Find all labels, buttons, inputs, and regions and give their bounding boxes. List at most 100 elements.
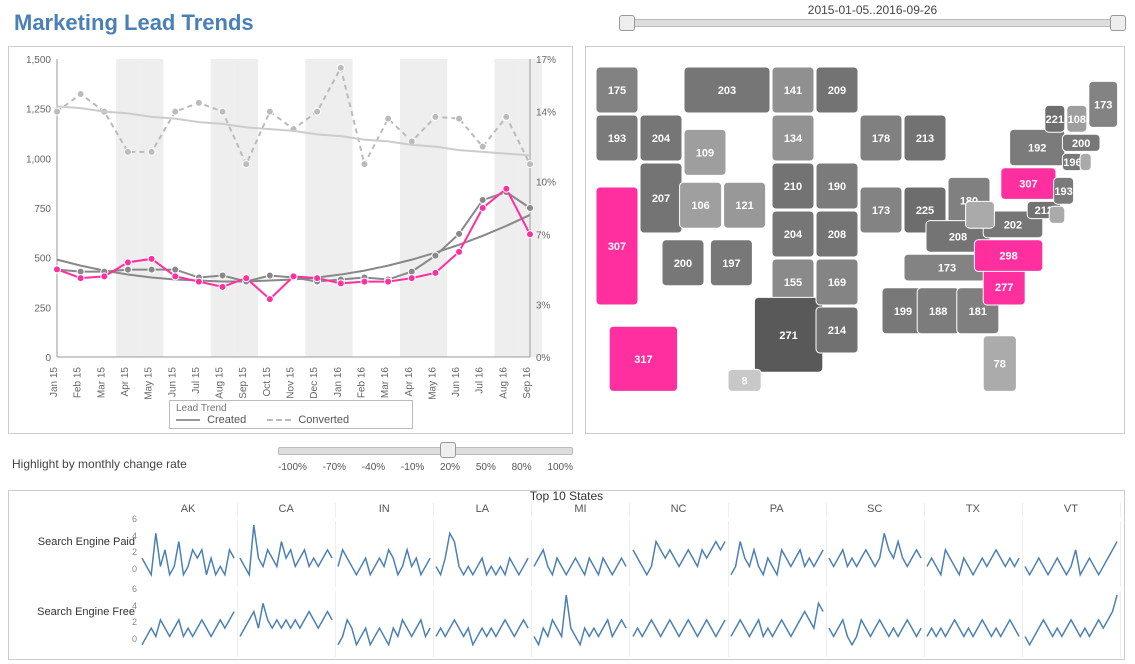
spark-cell (924, 521, 1023, 587)
legend-title: Lead Trend (176, 403, 406, 414)
svg-text:Sep 16: Sep 16 (522, 367, 533, 399)
spark-col-PA: PA (728, 503, 827, 517)
date-range-track[interactable] (620, 19, 1125, 27)
us-map: 1751933072072042031091061212001971411342… (586, 47, 1126, 433)
svg-text:Jan 16: Jan 16 (333, 367, 344, 397)
svg-text:108: 108 (1068, 114, 1086, 126)
sparkline-title: Top 10 States (9, 489, 1124, 503)
svg-text:193: 193 (1054, 186, 1072, 198)
svg-text:Feb 16: Feb 16 (356, 367, 367, 399)
spark-cell (139, 591, 238, 657)
svg-text:106: 106 (691, 200, 709, 212)
svg-text:200: 200 (674, 258, 692, 270)
spark-row-label: Search Engine Free (13, 606, 135, 618)
svg-text:Dec 15: Dec 15 (309, 367, 320, 399)
date-range-thumb-start[interactable] (619, 15, 635, 31)
highlight-slider-ticks: -100%-70%-40%-10%20%50%80%100% (278, 462, 573, 473)
svg-text:208: 208 (949, 231, 967, 243)
legend-label-created: Created (207, 414, 246, 426)
svg-text:750: 750 (34, 204, 51, 215)
svg-text:214: 214 (828, 325, 847, 337)
spark-cell (826, 591, 925, 657)
svg-text:8: 8 (742, 375, 748, 387)
spark-cell (630, 521, 729, 587)
legend-item-created: Created (176, 414, 246, 426)
svg-text:317: 317 (634, 354, 652, 366)
svg-text:109: 109 (696, 147, 714, 159)
svg-text:178: 178 (872, 133, 890, 145)
date-range-slider[interactable]: 2015-01-05..2016-09-26 (620, 3, 1125, 33)
svg-text:500: 500 (34, 254, 51, 265)
svg-text:173: 173 (872, 205, 890, 217)
svg-text:181: 181 (969, 306, 987, 318)
spark-col-NC: NC (630, 503, 729, 517)
date-range-thumb-end[interactable] (1110, 15, 1126, 31)
svg-text:193: 193 (608, 133, 626, 145)
svg-text:May 16: May 16 (427, 367, 438, 400)
date-range-label: 2015-01-05..2016-09-26 (620, 3, 1125, 17)
svg-text:225: 225 (916, 205, 934, 217)
line-chart-legend: Lead Trend Created Converted (169, 400, 413, 429)
svg-text:250: 250 (34, 303, 51, 314)
legend-swatch-converted (267, 419, 291, 421)
svg-text:Oct 15: Oct 15 (262, 367, 273, 397)
spark-col-AK: AK (139, 503, 238, 517)
svg-text:7%: 7% (536, 230, 551, 241)
spark-col-LA: LA (433, 503, 532, 517)
spark-cell (237, 591, 336, 657)
svg-text:Jul 16: Jul 16 (475, 367, 486, 394)
spark-cell (728, 591, 827, 657)
svg-text:213: 213 (916, 133, 934, 145)
sparkline-panel: Top 10 States AKCAINLAMINCPASCTXVT Searc… (8, 490, 1125, 660)
sparkline-grid: AKCAINLAMINCPASCTXVT (139, 505, 1120, 655)
svg-text:155: 155 (784, 277, 802, 289)
legend-item-converted: Converted (267, 414, 349, 426)
spark-cell (1022, 521, 1121, 587)
spark-row-label: Search Engine Paid (13, 536, 135, 548)
spark-col-SC: SC (826, 503, 925, 517)
legend-swatch-created (176, 419, 200, 421)
svg-text:204: 204 (784, 229, 803, 241)
svg-text:Jun 16: Jun 16 (451, 367, 462, 397)
svg-text:10%: 10% (536, 178, 556, 189)
highlight-slider-row: Highlight by monthly change rate -100%-7… (8, 442, 573, 487)
svg-text:200: 200 (1072, 138, 1090, 150)
svg-text:203: 203 (718, 85, 736, 97)
highlight-slider[interactable] (278, 447, 573, 455)
page-title: Marketing Lead Trends (14, 10, 254, 36)
svg-text:Nov 15: Nov 15 (286, 367, 297, 399)
svg-text:Apr 15: Apr 15 (120, 367, 131, 397)
spark-cell (139, 521, 238, 587)
line-chart-panel: 02505007501,0001,2501,5000%3%7%10%14%17%… (8, 46, 573, 434)
svg-text:Aug 15: Aug 15 (215, 367, 226, 399)
highlight-slider-thumb[interactable] (440, 442, 456, 458)
svg-text:121: 121 (735, 200, 753, 212)
spark-cell (924, 591, 1023, 657)
svg-text:207: 207 (652, 193, 670, 205)
spark-col-TX: TX (924, 503, 1023, 517)
svg-text:175: 175 (608, 85, 626, 97)
spark-cell (433, 591, 532, 657)
legend-label-converted: Converted (298, 414, 349, 426)
state-DE[interactable] (1049, 206, 1065, 223)
svg-text:192: 192 (1028, 143, 1046, 155)
svg-text:277: 277 (995, 282, 1013, 294)
state-RI[interactable] (1080, 153, 1091, 170)
svg-text:1,500: 1,500 (26, 55, 51, 66)
svg-text:Mar 16: Mar 16 (380, 367, 391, 399)
spark-col-VT: VT (1022, 503, 1121, 517)
spark-cell (237, 521, 336, 587)
state-WV[interactable] (966, 201, 995, 228)
spark-cell (630, 591, 729, 657)
highlight-slider-track[interactable] (278, 447, 573, 455)
highlight-slider-label: Highlight by monthly change rate (12, 457, 187, 471)
svg-text:Aug 16: Aug 16 (498, 367, 509, 399)
svg-text:169: 169 (828, 277, 846, 289)
spark-cell (826, 521, 925, 587)
svg-text:173: 173 (1094, 99, 1112, 111)
svg-text:Apr 16: Apr 16 (404, 367, 415, 397)
svg-text:204: 204 (652, 133, 671, 145)
svg-text:Sep 15: Sep 15 (238, 367, 249, 399)
spark-cell (433, 521, 532, 587)
svg-text:17%: 17% (536, 55, 556, 66)
